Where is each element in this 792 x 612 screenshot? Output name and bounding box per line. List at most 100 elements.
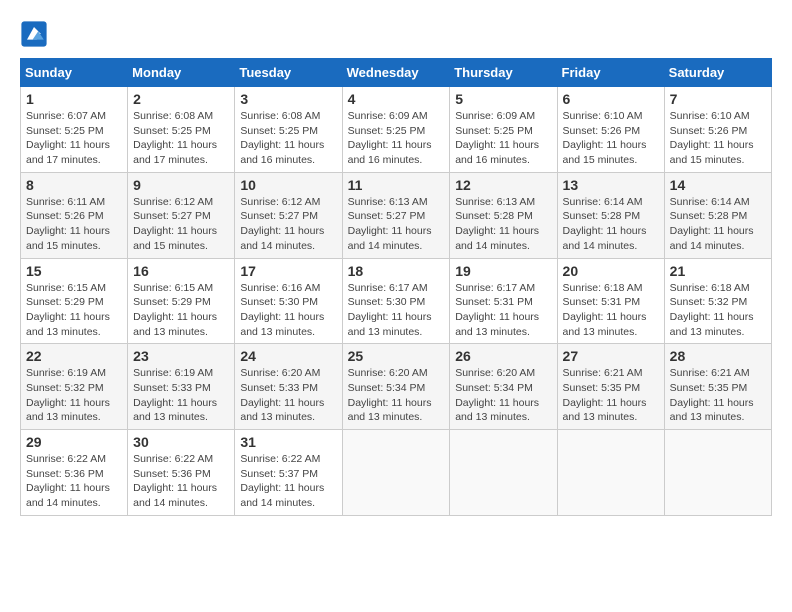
calendar-cell: 11 Sunrise: 6:13 AMSunset: 5:27 PMDaylig… (342, 172, 450, 258)
weekday-header: Wednesday (342, 59, 450, 87)
page-header (20, 20, 772, 48)
day-number: 6 (563, 91, 659, 107)
weekday-header: Tuesday (235, 59, 342, 87)
day-number: 16 (133, 263, 229, 279)
day-info: Sunrise: 6:17 AMSunset: 5:30 PMDaylight:… (348, 281, 445, 340)
calendar-cell (557, 430, 664, 516)
day-info: Sunrise: 6:10 AMSunset: 5:26 PMDaylight:… (563, 109, 659, 168)
day-number: 5 (455, 91, 551, 107)
day-info: Sunrise: 6:16 AMSunset: 5:30 PMDaylight:… (240, 281, 336, 340)
calendar-cell: 8 Sunrise: 6:11 AMSunset: 5:26 PMDayligh… (21, 172, 128, 258)
day-info: Sunrise: 6:11 AMSunset: 5:26 PMDaylight:… (26, 195, 122, 254)
day-info: Sunrise: 6:12 AMSunset: 5:27 PMDaylight:… (240, 195, 336, 254)
calendar-cell: 1 Sunrise: 6:07 AMSunset: 5:25 PMDayligh… (21, 87, 128, 173)
day-info: Sunrise: 6:12 AMSunset: 5:27 PMDaylight:… (133, 195, 229, 254)
day-number: 23 (133, 348, 229, 364)
day-number: 14 (670, 177, 766, 193)
calendar-cell: 6 Sunrise: 6:10 AMSunset: 5:26 PMDayligh… (557, 87, 664, 173)
calendar-cell: 27 Sunrise: 6:21 AMSunset: 5:35 PMDaylig… (557, 344, 664, 430)
day-info: Sunrise: 6:14 AMSunset: 5:28 PMDaylight:… (670, 195, 766, 254)
calendar-cell: 5 Sunrise: 6:09 AMSunset: 5:25 PMDayligh… (450, 87, 557, 173)
day-number: 2 (133, 91, 229, 107)
day-info: Sunrise: 6:07 AMSunset: 5:25 PMDaylight:… (26, 109, 122, 168)
day-info: Sunrise: 6:10 AMSunset: 5:26 PMDaylight:… (670, 109, 766, 168)
day-info: Sunrise: 6:19 AMSunset: 5:32 PMDaylight:… (26, 366, 122, 425)
day-number: 18 (348, 263, 445, 279)
calendar-cell: 17 Sunrise: 6:16 AMSunset: 5:30 PMDaylig… (235, 258, 342, 344)
day-number: 27 (563, 348, 659, 364)
logo-icon (20, 20, 48, 48)
calendar-cell: 7 Sunrise: 6:10 AMSunset: 5:26 PMDayligh… (664, 87, 771, 173)
day-number: 10 (240, 177, 336, 193)
day-info: Sunrise: 6:19 AMSunset: 5:33 PMDaylight:… (133, 366, 229, 425)
day-number: 20 (563, 263, 659, 279)
day-info: Sunrise: 6:15 AMSunset: 5:29 PMDaylight:… (26, 281, 122, 340)
calendar-cell: 21 Sunrise: 6:18 AMSunset: 5:32 PMDaylig… (664, 258, 771, 344)
weekday-header: Saturday (664, 59, 771, 87)
day-info: Sunrise: 6:09 AMSunset: 5:25 PMDaylight:… (348, 109, 445, 168)
day-info: Sunrise: 6:20 AMSunset: 5:33 PMDaylight:… (240, 366, 336, 425)
weekday-header: Sunday (21, 59, 128, 87)
calendar-table: SundayMondayTuesdayWednesdayThursdayFrid… (20, 58, 772, 516)
calendar-cell (450, 430, 557, 516)
calendar-body: 1 Sunrise: 6:07 AMSunset: 5:25 PMDayligh… (21, 87, 772, 516)
day-number: 31 (240, 434, 336, 450)
day-number: 7 (670, 91, 766, 107)
calendar-cell: 9 Sunrise: 6:12 AMSunset: 5:27 PMDayligh… (128, 172, 235, 258)
calendar-cell: 15 Sunrise: 6:15 AMSunset: 5:29 PMDaylig… (21, 258, 128, 344)
day-number: 12 (455, 177, 551, 193)
day-info: Sunrise: 6:18 AMSunset: 5:32 PMDaylight:… (670, 281, 766, 340)
day-number: 26 (455, 348, 551, 364)
day-info: Sunrise: 6:08 AMSunset: 5:25 PMDaylight:… (240, 109, 336, 168)
day-info: Sunrise: 6:17 AMSunset: 5:31 PMDaylight:… (455, 281, 551, 340)
day-number: 24 (240, 348, 336, 364)
weekday-header: Monday (128, 59, 235, 87)
day-number: 19 (455, 263, 551, 279)
calendar-cell: 19 Sunrise: 6:17 AMSunset: 5:31 PMDaylig… (450, 258, 557, 344)
day-number: 30 (133, 434, 229, 450)
calendar-cell: 16 Sunrise: 6:15 AMSunset: 5:29 PMDaylig… (128, 258, 235, 344)
calendar-week-row: 15 Sunrise: 6:15 AMSunset: 5:29 PMDaylig… (21, 258, 772, 344)
day-info: Sunrise: 6:13 AMSunset: 5:28 PMDaylight:… (455, 195, 551, 254)
calendar-cell: 18 Sunrise: 6:17 AMSunset: 5:30 PMDaylig… (342, 258, 450, 344)
calendar-week-row: 29 Sunrise: 6:22 AMSunset: 5:36 PMDaylig… (21, 430, 772, 516)
calendar-cell: 12 Sunrise: 6:13 AMSunset: 5:28 PMDaylig… (450, 172, 557, 258)
day-number: 8 (26, 177, 122, 193)
day-info: Sunrise: 6:21 AMSunset: 5:35 PMDaylight:… (670, 366, 766, 425)
day-number: 21 (670, 263, 766, 279)
day-info: Sunrise: 6:08 AMSunset: 5:25 PMDaylight:… (133, 109, 229, 168)
calendar-cell: 14 Sunrise: 6:14 AMSunset: 5:28 PMDaylig… (664, 172, 771, 258)
calendar-cell: 4 Sunrise: 6:09 AMSunset: 5:25 PMDayligh… (342, 87, 450, 173)
day-number: 1 (26, 91, 122, 107)
day-info: Sunrise: 6:15 AMSunset: 5:29 PMDaylight:… (133, 281, 229, 340)
day-info: Sunrise: 6:20 AMSunset: 5:34 PMDaylight:… (348, 366, 445, 425)
day-info: Sunrise: 6:21 AMSunset: 5:35 PMDaylight:… (563, 366, 659, 425)
calendar-cell: 24 Sunrise: 6:20 AMSunset: 5:33 PMDaylig… (235, 344, 342, 430)
calendar-cell: 10 Sunrise: 6:12 AMSunset: 5:27 PMDaylig… (235, 172, 342, 258)
calendar-header: SundayMondayTuesdayWednesdayThursdayFrid… (21, 59, 772, 87)
calendar-cell: 22 Sunrise: 6:19 AMSunset: 5:32 PMDaylig… (21, 344, 128, 430)
weekday-header: Thursday (450, 59, 557, 87)
weekday-header: Friday (557, 59, 664, 87)
calendar-cell: 31 Sunrise: 6:22 AMSunset: 5:37 PMDaylig… (235, 430, 342, 516)
day-number: 13 (563, 177, 659, 193)
calendar-cell: 20 Sunrise: 6:18 AMSunset: 5:31 PMDaylig… (557, 258, 664, 344)
calendar-week-row: 1 Sunrise: 6:07 AMSunset: 5:25 PMDayligh… (21, 87, 772, 173)
day-info: Sunrise: 6:09 AMSunset: 5:25 PMDaylight:… (455, 109, 551, 168)
calendar-cell: 26 Sunrise: 6:20 AMSunset: 5:34 PMDaylig… (450, 344, 557, 430)
calendar-cell: 25 Sunrise: 6:20 AMSunset: 5:34 PMDaylig… (342, 344, 450, 430)
calendar-week-row: 22 Sunrise: 6:19 AMSunset: 5:32 PMDaylig… (21, 344, 772, 430)
day-number: 15 (26, 263, 122, 279)
day-info: Sunrise: 6:22 AMSunset: 5:37 PMDaylight:… (240, 452, 336, 511)
day-info: Sunrise: 6:20 AMSunset: 5:34 PMDaylight:… (455, 366, 551, 425)
day-number: 4 (348, 91, 445, 107)
day-number: 11 (348, 177, 445, 193)
day-number: 25 (348, 348, 445, 364)
day-number: 29 (26, 434, 122, 450)
day-number: 22 (26, 348, 122, 364)
calendar-week-row: 8 Sunrise: 6:11 AMSunset: 5:26 PMDayligh… (21, 172, 772, 258)
calendar-cell: 28 Sunrise: 6:21 AMSunset: 5:35 PMDaylig… (664, 344, 771, 430)
calendar-cell: 23 Sunrise: 6:19 AMSunset: 5:33 PMDaylig… (128, 344, 235, 430)
calendar-cell: 30 Sunrise: 6:22 AMSunset: 5:36 PMDaylig… (128, 430, 235, 516)
calendar-cell: 13 Sunrise: 6:14 AMSunset: 5:28 PMDaylig… (557, 172, 664, 258)
